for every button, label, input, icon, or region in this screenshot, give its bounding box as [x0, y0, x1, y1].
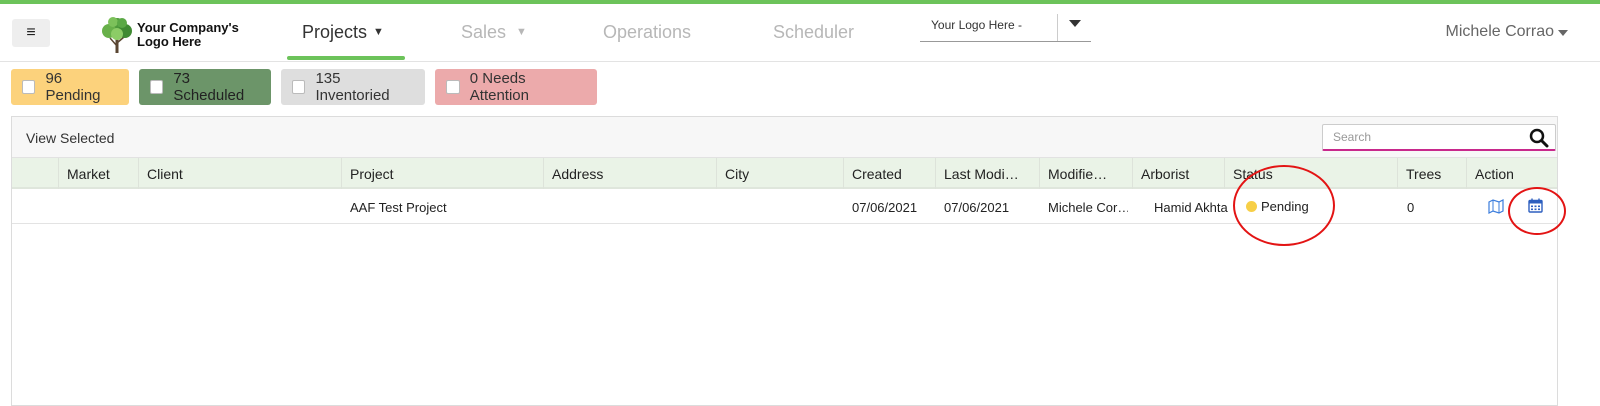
tab-scheduler[interactable]: Scheduler — [773, 22, 854, 43]
tab-projects[interactable]: Projects ▼ — [302, 22, 384, 43]
company-logo[interactable]: Your Company's Logo Here — [100, 16, 257, 54]
logo-select-toggle[interactable] — [1058, 14, 1091, 41]
cell-last-modified: 07/06/2021 — [944, 200, 1010, 215]
col-project[interactable]: Project — [342, 158, 544, 189]
filter-scheduled[interactable]: 73 Scheduled — [139, 69, 271, 105]
col-select[interactable] — [12, 158, 59, 189]
col-trees[interactable]: Trees — [1398, 158, 1467, 189]
hamburger-icon[interactable]: ≡ — [12, 19, 50, 47]
col-city[interactable]: City — [717, 158, 844, 189]
tab-sales[interactable]: Sales ▼ — [461, 22, 527, 43]
col-modified-by[interactable]: Modifie… — [1040, 158, 1133, 189]
col-created[interactable]: Created — [844, 158, 936, 189]
cell-modified-by: Michele Cor… — [1048, 200, 1128, 215]
cell-arborist: Hamid Akhta — [1154, 200, 1228, 215]
tab-projects-label: Projects — [302, 22, 368, 42]
tree-logo-icon — [102, 17, 132, 53]
logo-line-1: Your Company's — [137, 20, 239, 35]
filter-needs-attention[interactable]: 0 Needs Attention — [435, 69, 597, 105]
filter-inventoried[interactable]: 135 Inventoried — [281, 69, 425, 105]
search-icon[interactable] — [1529, 128, 1549, 148]
tab-operations[interactable]: Operations — [603, 22, 691, 43]
cell-project: AAF Test Project — [350, 200, 447, 215]
status-filters: 96 Pending 73 Scheduled 135 Inventoried … — [11, 69, 607, 105]
caret-down-icon[interactable] — [1558, 30, 1568, 36]
cell-trees: 0 — [1407, 200, 1415, 215]
chevron-down-icon: ▼ — [373, 26, 384, 38]
tab-operations-label: Operations — [603, 22, 692, 42]
filter-inventoried-label: 135 Inventoried — [315, 70, 390, 104]
filter-scheduled-checkbox[interactable] — [150, 80, 164, 94]
col-last-modified[interactable]: Last Modi… — [936, 158, 1040, 189]
filter-scheduled-label: 73 Scheduled — [173, 70, 245, 104]
view-selected-button[interactable]: View Selected — [26, 130, 114, 146]
annotation-circle-status — [1233, 165, 1335, 246]
filter-inventoried-checkbox[interactable] — [292, 80, 306, 94]
col-market[interactable]: Market — [59, 158, 139, 189]
search-input[interactable] — [1333, 125, 1528, 148]
tab-scheduler-label: Scheduler — [773, 22, 855, 42]
filter-pending-checkbox[interactable] — [22, 80, 36, 94]
col-client[interactable]: Client — [139, 158, 342, 189]
filter-pending-label: 96 Pending — [45, 70, 101, 104]
filter-needs-attention-label: 0 Needs Attention — [469, 70, 529, 104]
col-action[interactable]: Action — [1467, 158, 1559, 189]
panel-toolbar: View Selected — [12, 117, 1557, 158]
filter-needs-attention-checkbox[interactable] — [446, 80, 460, 94]
col-address[interactable]: Address — [544, 158, 717, 189]
logo-select-value: Your Logo Here - — [920, 14, 1058, 41]
projects-panel: View Selected Market Client Project Addr… — [11, 116, 1558, 406]
logo-select[interactable]: Your Logo Here - — [920, 14, 1091, 42]
search-box — [1322, 124, 1556, 151]
annotation-circle-calendar — [1508, 187, 1566, 235]
active-tab-indicator — [287, 56, 405, 60]
filter-pending[interactable]: 96 Pending — [11, 69, 129, 105]
col-arborist[interactable]: Arborist — [1133, 158, 1225, 189]
navbar: ≡ Your Company's Logo Here Projects ▼ Sal… — [0, 4, 1600, 62]
chevron-down-icon: ▼ — [516, 26, 527, 38]
cell-created: 07/06/2021 — [852, 200, 918, 215]
map-icon[interactable] — [1488, 198, 1504, 214]
logo-line-2: Logo Here — [137, 34, 202, 49]
logo-text: Your Company's Logo Here — [137, 21, 257, 49]
tab-sales-label: Sales — [461, 22, 507, 42]
user-menu[interactable]: Michele Corrao — [1446, 23, 1554, 41]
caret-down-icon — [1068, 20, 1081, 27]
